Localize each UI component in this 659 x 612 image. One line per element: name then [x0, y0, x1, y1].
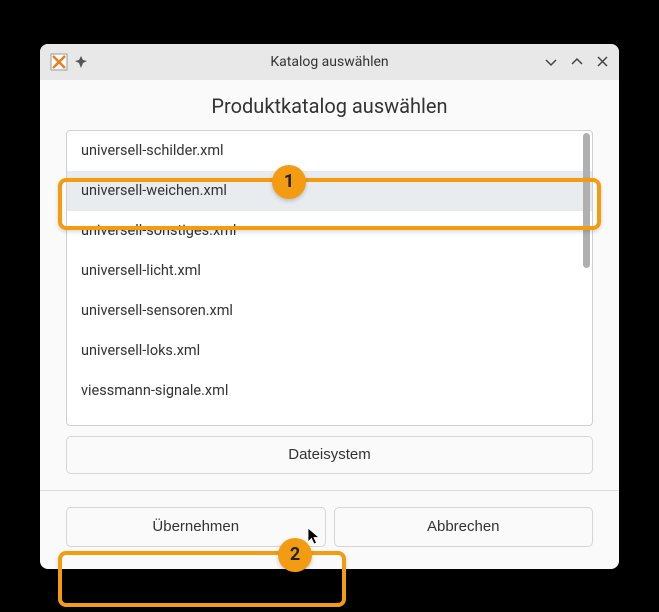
divider [40, 490, 619, 491]
window-controls [544, 55, 609, 69]
dialog-heading: Produktkatalog auswählen [66, 94, 593, 118]
list-item[interactable]: universell-sonstiges.xml [67, 211, 592, 251]
dialog-content: Produktkatalog auswählen universell-schi… [40, 80, 619, 569]
titlebar: Katalog auswählen [40, 44, 619, 80]
minimize-icon[interactable] [544, 55, 558, 69]
app-icon [50, 53, 68, 71]
apply-button[interactable]: Übernehmen [66, 507, 326, 547]
window-title: Katalog auswählen [270, 54, 388, 70]
list-item[interactable]: universell-licht.xml [67, 251, 592, 291]
list-scroll-area[interactable]: universell-schilder.xml universell-weich… [67, 131, 592, 425]
list-item[interactable]: universell-loks.xml [67, 331, 592, 371]
list-item[interactable]: universell-sensoren.xml [67, 291, 592, 331]
list-item[interactable]: viessmann-signale.xml [67, 371, 592, 411]
annotation-highlight-2: 2 [58, 551, 346, 607]
scrollbar-thumb[interactable] [583, 133, 590, 268]
filesystem-button[interactable]: Dateisystem [66, 436, 593, 474]
close-icon[interactable] [596, 55, 609, 68]
pin-icon[interactable] [74, 55, 88, 69]
titlebar-left [50, 53, 88, 71]
action-row: Übernehmen Abbrechen [66, 507, 593, 547]
dialog-window: Katalog auswählen Produktkatalog auswähl… [40, 44, 619, 569]
cancel-button[interactable]: Abbrechen [334, 507, 594, 547]
list-item[interactable]: universell-weichen.xml [67, 171, 592, 211]
maximize-icon[interactable] [570, 55, 584, 69]
list-item[interactable]: universell-schilder.xml [67, 131, 592, 171]
catalog-listbox: universell-schilder.xml universell-weich… [66, 130, 593, 426]
